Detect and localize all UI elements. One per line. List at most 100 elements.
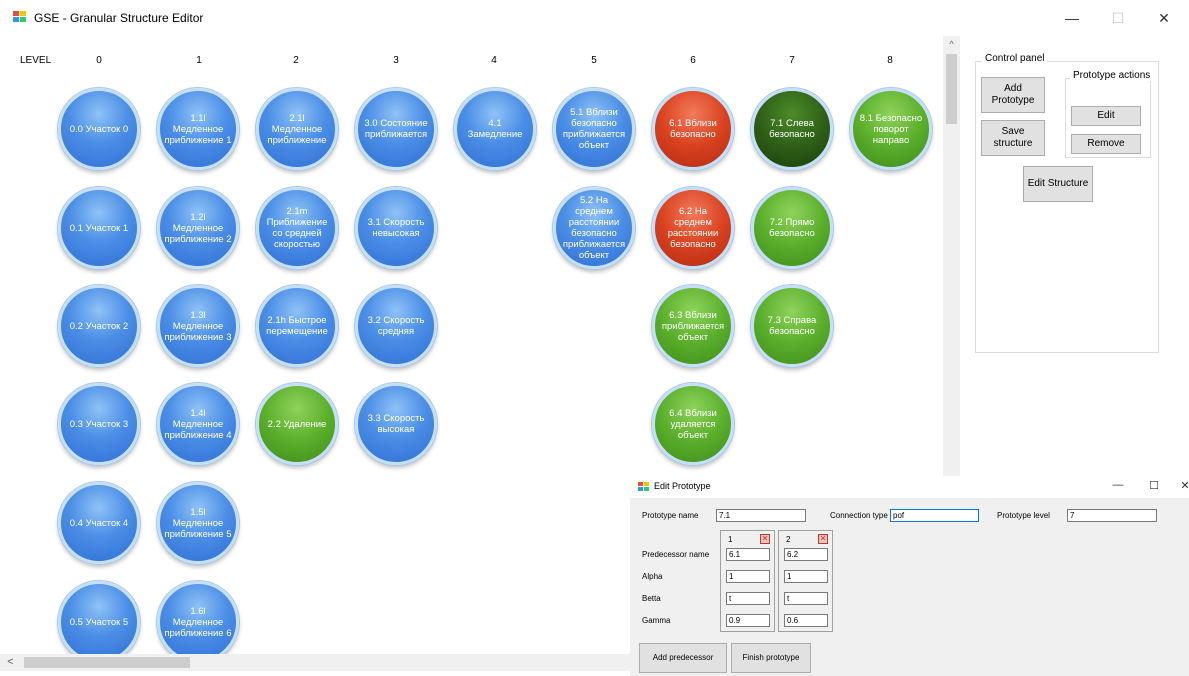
node-label: 0.4 Участок 4	[69, 517, 129, 529]
node-0-4[interactable]: 0.4 Участок 4	[58, 482, 140, 564]
save-structure-button[interactable]: Save structure	[981, 120, 1045, 156]
horizontal-scroll-thumb[interactable]	[24, 657, 190, 668]
node-1-1[interactable]: 1.1l Медленное приближение 1	[157, 88, 239, 170]
gamma-field[interactable]: 0.6	[784, 614, 828, 627]
window-title: GSE - Granular Structure Editor	[34, 11, 204, 25]
predecessor-name-field[interactable]: 6.1	[726, 548, 770, 561]
delete-predecessor-icon[interactable]: ✕	[760, 534, 770, 544]
level-number: 3	[393, 55, 399, 66]
node-1-4[interactable]: 1.4l Медленное приближение 4	[157, 383, 239, 465]
minimize-button[interactable]: —	[1049, 6, 1095, 30]
node-label: 3.3 Скорость высокая	[367, 413, 425, 435]
dialog-maximize-button[interactable]: ☐	[1144, 479, 1164, 492]
level-number: 0	[96, 55, 102, 66]
level-label: LEVEL	[20, 55, 52, 66]
node-2-1h[interactable]: 2.1h Быстрое перемещение	[256, 285, 338, 367]
node-label: 0.5 Участок 5	[69, 616, 129, 628]
node-label: 3.1 Скорость невысокая	[367, 217, 425, 239]
node-7-2[interactable]: 7.2 Прямо безопасно	[751, 187, 833, 269]
node-4-1[interactable]: 4.1 Замедление	[454, 88, 536, 170]
node-label: 2.1l Медленное приближение	[267, 112, 327, 146]
node-label: 4.1 Замедление	[467, 118, 523, 140]
predecessor-number: 2	[786, 535, 791, 544]
node-label: 1.4l Медленное приближение 4	[164, 407, 232, 441]
node-7-1[interactable]: 7.1 Слева безопасно	[751, 88, 833, 170]
finish-prototype-button[interactable]: Finish prototype	[731, 643, 811, 673]
node-label: 7.3 Справа безопасно	[767, 315, 817, 337]
node-2-1l[interactable]: 2.1l Медленное приближение	[256, 88, 338, 170]
control-panel-title: Control panel	[982, 53, 1048, 64]
app-icon	[13, 11, 27, 23]
scroll-left-arrow-icon[interactable]: <	[2, 654, 19, 671]
prototype-name-label: Prototype name	[642, 511, 699, 520]
node-label: 8.1 Безопасно поворот направо	[859, 112, 923, 146]
node-label: 6.4 Вблизи удаляется объект	[669, 407, 717, 441]
node-3-1[interactable]: 3.1 Скорость невысокая	[355, 187, 437, 269]
node-3-2[interactable]: 3.2 Скорость средняя	[355, 285, 437, 367]
edit-prototype-button[interactable]: Edit	[1071, 106, 1141, 126]
node-1-6[interactable]: 1.6l Медленное приближение 6	[157, 581, 239, 663]
prototype-level-field[interactable]: 7	[1067, 509, 1157, 522]
connection-type-label: Connection type	[830, 511, 888, 520]
node-label: 2.1h Быстрое перемещение	[266, 315, 328, 337]
node-0-0[interactable]: 0.0 Участок 0	[58, 88, 140, 170]
maximize-button[interactable]: ☐	[1095, 6, 1141, 30]
delete-predecessor-icon[interactable]: ✕	[818, 534, 828, 544]
node-6-2[interactable]: 6.2 На среднем расстоянии безопасно	[652, 187, 734, 269]
node-3-3[interactable]: 3.3 Скорость высокая	[355, 383, 437, 465]
node-label: 0.2 Участок 2	[69, 320, 129, 332]
scroll-up-arrow-icon[interactable]: ^	[943, 36, 960, 53]
betta-field[interactable]: t	[784, 592, 828, 605]
dialog-title-bar: Edit Prototype — ☐ ✕	[630, 476, 1189, 498]
node-label: 1.1l Медленное приближение 1	[164, 112, 232, 146]
prototype-actions-title: Prototype actions	[1070, 70, 1154, 81]
node-1-5[interactable]: 1.5l Медленное приближение 5	[157, 482, 239, 564]
level-number: 7	[789, 55, 795, 66]
node-label: 7.1 Слева безопасно	[769, 118, 815, 140]
dialog-minimize-button[interactable]: —	[1108, 479, 1128, 491]
node-1-3[interactable]: 1.3l Медленное приближение 3	[157, 285, 239, 367]
alpha-field[interactable]: 1	[784, 570, 828, 583]
prototype-name-field[interactable]: 7.1	[716, 509, 806, 522]
edit-structure-button[interactable]: Edit Structure	[1023, 166, 1093, 202]
node-label: 2.1m Приближение со средней скоростью	[266, 206, 328, 250]
predecessor-number: 1	[728, 535, 733, 544]
gamma-field[interactable]: 0.9	[726, 614, 770, 627]
add-predecessor-button[interactable]: Add predecessor	[639, 643, 727, 673]
node-0-3[interactable]: 0.3 Участок 3	[58, 383, 140, 465]
node-8-1[interactable]: 8.1 Безопасно поворот направо	[850, 88, 932, 170]
betta-field[interactable]: t	[726, 592, 770, 605]
prototype-level-label: Prototype level	[997, 511, 1050, 520]
node-7-3[interactable]: 7.3 Справа безопасно	[751, 285, 833, 367]
close-button[interactable]: ✕	[1141, 6, 1187, 30]
remove-prototype-button[interactable]: Remove	[1071, 134, 1141, 154]
node-2-1m[interactable]: 2.1m Приближение со средней скоростью	[256, 187, 338, 269]
node-1-2[interactable]: 1.2l Медленное приближение 2	[157, 187, 239, 269]
add-prototype-button[interactable]: Add Prototype	[981, 77, 1045, 113]
node-0-2[interactable]: 0.2 Участок 2	[58, 285, 140, 367]
node-6-1[interactable]: 6.1 Вблизи безопасно	[652, 88, 734, 170]
betta-label: Betta	[642, 594, 661, 603]
node-2-2[interactable]: 2.2 Удаление	[256, 383, 338, 465]
node-label: 5.2 На среднем расстоянии безопасно приб…	[562, 195, 626, 261]
node-6-3[interactable]: 6.3 Вблизи приближается объект	[652, 285, 734, 367]
alpha-field[interactable]: 1	[726, 570, 770, 583]
connection-type-field[interactable]: pof	[890, 509, 979, 522]
node-0-5[interactable]: 0.5 Участок 5	[58, 581, 140, 663]
node-5-2[interactable]: 5.2 На среднем расстоянии безопасно приб…	[553, 187, 635, 269]
node-label: 0.0 Участок 0	[69, 123, 129, 135]
dialog-title: Edit Prototype	[654, 481, 711, 491]
alpha-label: Alpha	[642, 572, 663, 581]
predecessor-name-field[interactable]: 6.2	[784, 548, 828, 561]
predecessor-column: 1 ✕ 6.1 1 t 0.9	[720, 530, 775, 632]
level-number: 1	[196, 55, 202, 66]
node-0-1[interactable]: 0.1 Участок 1	[58, 187, 140, 269]
dialog-close-button[interactable]: ✕	[1175, 479, 1189, 492]
node-5-1[interactable]: 5.1 Вблизи безопасно приближается объект	[553, 88, 635, 170]
node-3-0[interactable]: 3.0 Состояние приближается	[355, 88, 437, 170]
predecessor-name-label: Predecessor name	[642, 550, 710, 559]
node-label: 2.2 Удаление	[267, 418, 327, 430]
node-6-4[interactable]: 6.4 Вблизи удаляется объект	[652, 383, 734, 465]
level-number: 4	[491, 55, 497, 66]
vertical-scroll-thumb[interactable]	[946, 54, 957, 124]
